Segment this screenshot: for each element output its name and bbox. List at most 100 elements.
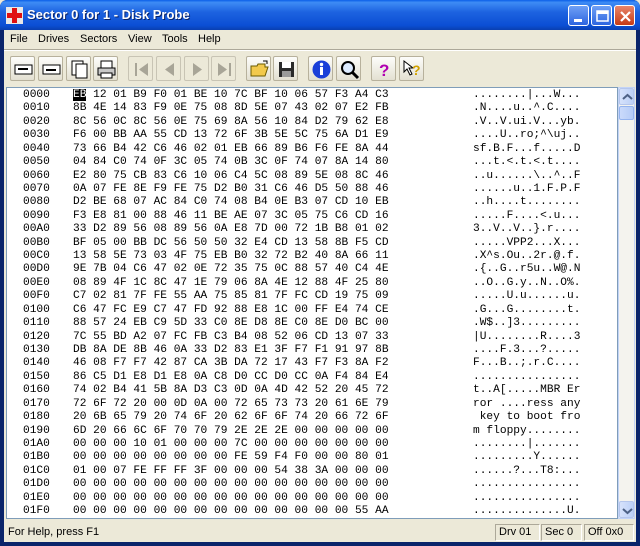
row-hex-bytes[interactable]: 86 C5 D1 E8 D1 E8 0A C8 D0 CC D0 CC 0A F… <box>73 371 389 383</box>
first-sector-button[interactable] <box>128 56 153 81</box>
hex-row[interactable]: 01A0 00 00 00 10 01 00 00 00 7C 00 00 00 … <box>7 438 617 452</box>
row-ascii[interactable]: .....F....<.u... <box>473 210 580 222</box>
row-hex-bytes[interactable]: 0A 07 FE 8E F9 FE 75 D2 B0 31 C6 46 D5 5… <box>73 183 389 195</box>
last-sector-button[interactable] <box>211 56 236 81</box>
hex-row[interactable]: 0150 86 C5 D1 E8 D1 E8 0A C8 D0 CC D0 CC … <box>7 371 617 385</box>
row-hex-bytes[interactable]: 00 00 00 00 00 00 00 00 00 00 00 00 00 0… <box>73 478 389 490</box>
menu-view[interactable]: View <box>128 33 152 45</box>
hex-row[interactable]: 0060 E2 80 75 CB 83 C6 10 06 C4 5C 08 89 … <box>7 170 617 184</box>
row-ascii[interactable]: m floppy........ <box>473 425 580 437</box>
hex-row[interactable]: 0170 72 6F 72 20 00 0D 0A 00 72 65 73 73 … <box>7 398 617 412</box>
hex-cursor[interactable]: EB <box>73 89 87 101</box>
row-ascii[interactable]: ..O..G.y..N..O%. <box>473 277 580 289</box>
row-hex-bytes[interactable]: 74 02 B4 41 5B 8A D3 C3 0D 0A 4D 42 52 2… <box>73 384 389 396</box>
row-hex-bytes[interactable]: D2 BE 68 07 AC 84 C0 74 08 B4 0E B3 07 C… <box>73 196 389 208</box>
row-ascii[interactable]: ......?...T8:... <box>473 465 580 477</box>
row-ascii[interactable]: ................ <box>473 492 580 504</box>
hex-row[interactable]: 0020 8C 56 0C 8C 56 0E 75 69 8A 56 10 84 … <box>7 116 617 130</box>
row-ascii[interactable]: F...B..;.r.C.... <box>473 357 580 369</box>
hex-row[interactable]: 0030 F6 00 BB AA 55 CD 13 72 6F 3B 5E 5C … <box>7 129 617 143</box>
row-ascii[interactable]: |U........R....3 <box>473 331 580 343</box>
copy-button[interactable] <box>66 56 91 81</box>
row-hex-bytes[interactable]: C6 47 FC E9 C7 47 FD 92 88 E8 1C 00 FF E… <box>73 304 389 316</box>
row-ascii[interactable]: .X^s.Ou..2r.@.f. <box>473 250 580 262</box>
row-hex-bytes[interactable]: BF 05 00 BB DC 56 50 50 32 E4 CD 13 58 8… <box>73 237 389 249</box>
row-ascii[interactable]: sf.B.F...f.....D <box>473 143 580 155</box>
hex-row[interactable]: 0050 04 84 C0 74 0F 3C 05 74 0B 3C 0F 74 … <box>7 156 617 170</box>
row-ascii[interactable]: ......u..1.F.P.F <box>473 183 580 195</box>
row-ascii[interactable]: ................ <box>473 478 580 490</box>
row-hex-bytes[interactable]: 72 6F 72 20 00 0D 0A 00 72 65 73 73 20 6… <box>73 398 389 410</box>
app-cross-icon[interactable] <box>6 7 23 24</box>
hex-row[interactable]: 0110 88 57 24 EB C9 5D 33 C0 8E D8 8E C0 … <box>7 317 617 331</box>
scroll-up-button[interactable] <box>619 88 634 105</box>
read-button[interactable] <box>10 56 35 81</box>
row-ascii[interactable]: ror ....ress any <box>473 398 580 410</box>
row-ascii[interactable]: .W$..]3......... <box>473 317 580 329</box>
hex-row[interactable]: 00C0 13 58 5E 73 03 4F 75 EB B0 32 72 B2 … <box>7 250 617 264</box>
row-hex-bytes[interactable]: 8C 56 0C 8C 56 0E 75 69 8A 56 10 84 D2 7… <box>73 116 389 128</box>
hex-row[interactable]: 00F0 C7 02 81 7F FE 55 AA 75 85 81 7F FC … <box>7 290 617 304</box>
hex-row[interactable]: 01D0 00 00 00 00 00 00 00 00 00 00 00 00 … <box>7 478 617 492</box>
row-hex-bytes[interactable]: 73 66 B4 42 C6 46 02 01 EB 66 89 B6 F6 F… <box>73 143 389 155</box>
row-ascii[interactable]: key to boot fro <box>473 411 581 423</box>
hex-row[interactable]: 00D0 9E 7B 04 C6 47 02 0E 72 35 75 0C 88 … <box>7 263 617 277</box>
hex-row[interactable]: 0000 EB 12 01 B9 F0 01 BE 10 7C BF 10 06 … <box>7 89 617 103</box>
row-hex-bytes[interactable]: 13 58 5E 73 03 4F 75 EB B0 32 72 B2 40 8… <box>73 250 389 262</box>
row-ascii[interactable]: .....U.u......u. <box>473 290 580 302</box>
row-hex-bytes[interactable]: DB 8A DE 8B 46 0A 33 D2 83 E1 3F F7 F1 9… <box>73 344 389 356</box>
row-ascii[interactable]: ..h....t........ <box>473 196 580 208</box>
menu-sectors[interactable]: Sectors <box>80 33 117 45</box>
hex-row[interactable]: 0190 6D 20 66 6C 6F 70 70 79 2E 2E 2E 00 … <box>7 425 617 439</box>
menu-tools[interactable]: Tools <box>162 33 188 45</box>
row-ascii[interactable]: ..u......\..^..F <box>473 170 580 182</box>
row-hex-bytes[interactable]: C7 02 81 7F FE 55 AA 75 85 81 7F FC CD 1… <box>73 290 389 302</box>
hex-row[interactable]: 0140 46 08 F7 F7 42 87 CA 3B DA 72 17 43 … <box>7 357 617 371</box>
context-help-button[interactable]: ? <box>399 56 424 81</box>
row-ascii[interactable]: 3..V..V..}.r.... <box>473 223 580 235</box>
row-hex-bytes[interactable]: 00 00 00 00 00 00 00 00 00 00 00 00 00 0… <box>73 492 389 504</box>
row-hex-bytes[interactable]: F6 00 BB AA 55 CD 13 72 6F 3B 5E 5C 75 6… <box>73 129 389 141</box>
row-hex-bytes[interactable]: 04 84 C0 74 0F 3C 05 74 0B 3C 0F 74 07 8… <box>73 156 389 168</box>
row-ascii[interactable]: .N....u..^.C.... <box>473 102 580 114</box>
row-ascii[interactable]: ...t.<.t.<.t.... <box>473 156 580 168</box>
scroll-down-button[interactable] <box>619 501 634 518</box>
row-hex-bytes[interactable]: 8B 4E 14 83 F9 0E 75 08 8D 5E 07 43 02 0… <box>73 102 389 114</box>
hex-row[interactable]: 00E0 08 89 4F 1C 8C 47 1E 79 06 8A 4E 12 … <box>7 277 617 291</box>
row-hex-bytes[interactable]: 20 6B 65 79 20 74 6F 20 62 6F 6F 74 20 6… <box>73 411 389 423</box>
row-hex-bytes[interactable]: 88 57 24 EB C9 5D 33 C0 8E D8 8E C0 8E D… <box>73 317 389 329</box>
close-button[interactable] <box>614 5 635 26</box>
help-button[interactable]: ? <box>371 56 396 81</box>
scroll-thumb[interactable] <box>619 106 634 120</box>
row-ascii[interactable]: .V..V.ui.V...yb. <box>473 116 580 128</box>
hex-row[interactable]: 0130 DB 8A DE 8B 46 0A 33 D2 83 E1 3F F7 … <box>7 344 617 358</box>
row-ascii[interactable]: ....U..ro;^\uj.. <box>473 129 580 141</box>
hex-row[interactable]: 01E0 00 00 00 00 00 00 00 00 00 00 00 00 … <box>7 492 617 506</box>
hex-row[interactable]: 0080 D2 BE 68 07 AC 84 C0 74 08 B4 0E B3 … <box>7 196 617 210</box>
row-hex-bytes[interactable]: EB 12 01 B9 F0 01 BE 10 7C BF 10 06 57 F… <box>73 89 389 101</box>
minimize-button[interactable] <box>568 5 589 26</box>
hex-row[interactable]: 0100 C6 47 FC E9 C7 47 FD 92 88 E8 1C 00 … <box>7 304 617 318</box>
hex-row[interactable]: 01F0 00 00 00 00 00 00 00 00 00 00 00 00 … <box>7 505 617 519</box>
row-ascii[interactable]: ........|....... <box>473 438 580 450</box>
row-ascii[interactable]: ................ <box>473 371 580 383</box>
row-hex-bytes[interactable]: 00 00 00 10 01 00 00 00 7C 00 00 00 00 0… <box>73 438 389 450</box>
hex-row[interactable]: 00A0 33 D2 89 56 08 89 56 0A E8 7D 00 72 … <box>7 223 617 237</box>
previous-sector-button[interactable] <box>156 56 181 81</box>
row-hex-bytes[interactable]: 08 89 4F 1C 8C 47 1E 79 06 8A 4E 12 88 4… <box>73 277 389 289</box>
hex-row[interactable]: 0120 7C 55 BD A2 07 FC FB C3 B4 08 52 06 … <box>7 331 617 345</box>
row-hex-bytes[interactable]: 00 00 00 00 00 00 00 00 FE 59 F4 F0 00 0… <box>73 451 389 463</box>
row-hex-bytes[interactable]: 46 08 F7 F7 42 87 CA 3B DA 72 17 43 F7 F… <box>73 357 389 369</box>
hex-row[interactable]: 0070 0A 07 FE 8E F9 FE 75 D2 B0 31 C6 46 … <box>7 183 617 197</box>
hex-row[interactable]: 0160 74 02 B4 41 5B 8A D3 C3 0D 0A 4D 42 … <box>7 384 617 398</box>
write-button[interactable] <box>38 56 63 81</box>
menu-file[interactable]: File <box>10 33 28 45</box>
row-ascii[interactable]: .G...G........t. <box>473 304 580 316</box>
row-hex-bytes[interactable]: F3 E8 81 00 88 46 11 BE AE 07 3C 05 75 C… <box>73 210 389 222</box>
menu-help[interactable]: Help <box>198 33 221 45</box>
row-ascii[interactable]: .....VPP2...X... <box>473 237 580 249</box>
row-hex-bytes[interactable]: 6D 20 66 6C 6F 70 70 79 2E 2E 2E 00 00 0… <box>73 425 389 437</box>
row-ascii[interactable]: t..A[.....MBR Er <box>473 384 580 396</box>
hex-row[interactable]: 01B0 00 00 00 00 00 00 00 00 FE 59 F4 F0 … <box>7 451 617 465</box>
row-ascii[interactable]: ....F.3...?..... <box>473 344 580 356</box>
